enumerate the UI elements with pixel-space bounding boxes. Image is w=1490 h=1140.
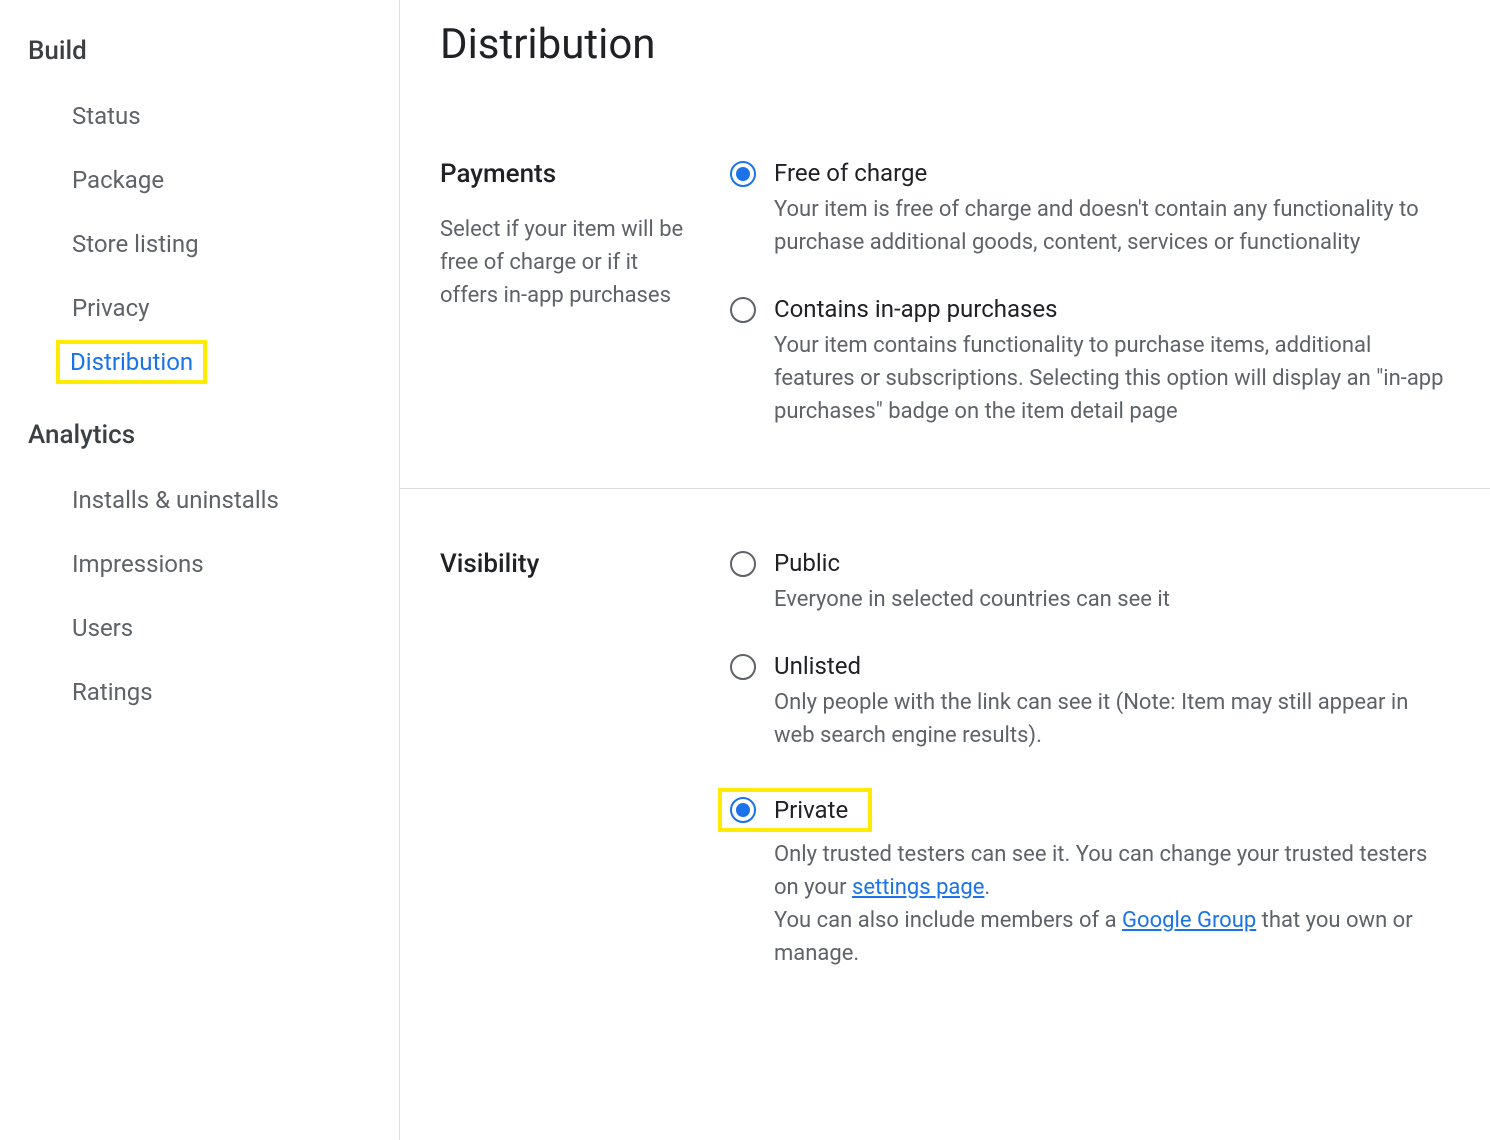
section-payments: Payments Select if your item will be fre… bbox=[440, 159, 1450, 488]
sidebar-item-status[interactable]: Status bbox=[0, 84, 399, 148]
radio-option-iap[interactable]: Contains in-app purchases Your item cont… bbox=[730, 295, 1450, 428]
radio-desc: Everyone in selected countries can see i… bbox=[774, 583, 1450, 616]
radio-option-public[interactable]: Public Everyone in selected countries ca… bbox=[730, 549, 1450, 616]
sidebar-section-title: Build bbox=[0, 24, 399, 84]
radio-desc: Your item contains functionality to purc… bbox=[774, 329, 1450, 428]
section-right: Public Everyone in selected countries ca… bbox=[730, 549, 1450, 970]
settings-page-link[interactable]: settings page bbox=[852, 875, 984, 900]
radio-desc: Only people with the link can see it (No… bbox=[774, 686, 1450, 752]
radio-body: Contains in-app purchases Your item cont… bbox=[774, 295, 1450, 428]
sidebar-item-privacy[interactable]: Privacy bbox=[0, 276, 399, 340]
sidebar: Build Status Package Store listing Priva… bbox=[0, 0, 400, 1140]
sidebar-section-build: Build Status Package Store listing Priva… bbox=[0, 24, 399, 384]
sidebar-item-package[interactable]: Package bbox=[0, 148, 399, 212]
sidebar-item-store-listing[interactable]: Store listing bbox=[0, 212, 399, 276]
radio-option-unlisted[interactable]: Unlisted Only people with the link can s… bbox=[730, 652, 1450, 752]
desc-text: You can also include members of a bbox=[774, 908, 1122, 933]
radio-icon[interactable] bbox=[730, 654, 756, 680]
radio-desc: Your item is free of charge and doesn't … bbox=[774, 193, 1450, 259]
radio-label: Private bbox=[774, 796, 848, 824]
radio-icon[interactable] bbox=[730, 797, 756, 823]
radio-body: Free of charge Your item is free of char… bbox=[774, 159, 1450, 259]
sidebar-section-title: Analytics bbox=[0, 408, 399, 468]
sidebar-item-impressions[interactable]: Impressions bbox=[0, 532, 399, 596]
radio-icon[interactable] bbox=[730, 161, 756, 187]
radio-label: Contains in-app purchases bbox=[774, 295, 1450, 323]
radio-option-free[interactable]: Free of charge Your item is free of char… bbox=[730, 159, 1450, 259]
sidebar-item-users[interactable]: Users bbox=[0, 596, 399, 660]
section-visibility: Visibility Public Everyone in selected c… bbox=[400, 488, 1490, 1030]
section-heading: Visibility bbox=[440, 549, 690, 579]
sidebar-item-distribution[interactable]: Distribution bbox=[70, 348, 193, 376]
section-heading: Payments bbox=[440, 159, 690, 189]
radio-label: Free of charge bbox=[774, 159, 1450, 187]
radio-option-private[interactable]: Private Only trusted testers can see it.… bbox=[730, 788, 1450, 970]
radio-highlight: Private bbox=[718, 788, 872, 832]
page-title: Distribution bbox=[440, 20, 1450, 69]
radio-body: Public Everyone in selected countries ca… bbox=[774, 549, 1450, 616]
radio-icon[interactable] bbox=[730, 297, 756, 323]
section-help: Select if your item will be free of char… bbox=[440, 213, 690, 312]
google-group-link[interactable]: Google Group bbox=[1122, 908, 1256, 933]
sidebar-section-analytics: Analytics Installs & uninstalls Impressi… bbox=[0, 408, 399, 724]
main-content: Distribution Payments Select if your ite… bbox=[400, 0, 1490, 1140]
sidebar-item-installs[interactable]: Installs & uninstalls bbox=[0, 468, 399, 532]
radio-icon[interactable] bbox=[730, 551, 756, 577]
radio-body: Unlisted Only people with the link can s… bbox=[774, 652, 1450, 752]
sidebar-item-ratings[interactable]: Ratings bbox=[0, 660, 399, 724]
radio-label: Unlisted bbox=[774, 652, 1450, 680]
section-right: Free of charge Your item is free of char… bbox=[730, 159, 1450, 428]
section-left: Visibility bbox=[440, 549, 690, 970]
section-left: Payments Select if your item will be fre… bbox=[440, 159, 690, 428]
desc-text: . bbox=[984, 875, 990, 900]
radio-label: Public bbox=[774, 549, 1450, 577]
radio-desc: Only trusted testers can see it. You can… bbox=[774, 838, 1450, 970]
sidebar-item-highlight: Distribution bbox=[56, 340, 207, 384]
